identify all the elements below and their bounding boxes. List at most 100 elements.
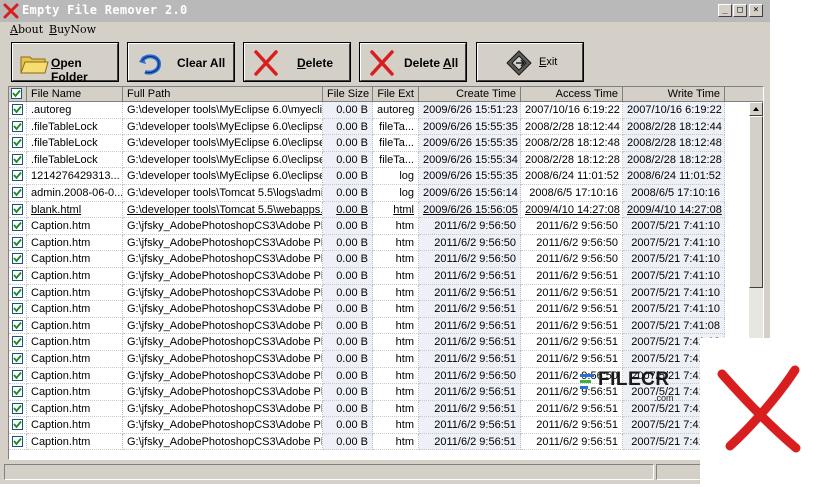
cell-write-time: 2007/5/21 7:41:08	[623, 317, 725, 335]
cell-access-time: 2008/6/24 11:01:52	[521, 168, 623, 185]
cell-create-time: 2011/6/2 9:56:51	[419, 284, 521, 302]
cell-file-name: blank.html	[27, 201, 123, 219]
table-row[interactable]: Caption.htm G:\jfsky_AdobePhotoshopCS3\Ad…	[9, 301, 749, 318]
menu-about[interactable]: About	[10, 23, 43, 36]
title-bar[interactable]: Empty File Remover 2.0 _ □ ×	[0, 0, 770, 22]
row-checkbox[interactable]	[12, 435, 23, 447]
open-folder-button[interactable]: Open Folder	[11, 42, 119, 84]
cell-access-time: 2009/4/10 14:27:08	[521, 201, 623, 219]
cell-access-time: 2008/2/28 18:12:28	[521, 151, 623, 169]
table-row[interactable]: .autoreg G:\developer tools\MyEclipse 6.0…	[9, 102, 749, 119]
toolbar: Open Folder Clear All Delete Delete All	[0, 40, 770, 86]
table-row[interactable]: Caption.htm G:\jfsky_AdobePhotoshopCS3\Ad…	[9, 417, 749, 434]
col-header-file-name[interactable]: File Name	[27, 87, 123, 102]
clear-all-button[interactable]: Clear All	[127, 42, 235, 82]
folder-icon	[20, 56, 49, 74]
row-checkbox[interactable]	[12, 386, 23, 398]
row-checkbox[interactable]	[12, 186, 23, 198]
table-row[interactable]: Caption.htm G:\jfsky_AdobePhotoshopCS3\Ad…	[9, 334, 749, 351]
table-row[interactable]: Caption.htm G:\jfsky_AdobePhotoshopCS3\Ad…	[9, 251, 749, 268]
scroll-thumb[interactable]	[749, 116, 763, 288]
table-row[interactable]: 1214276429313... G:\developer tools\MyEcl…	[9, 168, 749, 185]
delete-all-button[interactable]: Delete All	[359, 42, 467, 82]
cell-file-name: .fileTableLock	[27, 118, 123, 136]
select-all-checkbox[interactable]	[11, 88, 22, 99]
scroll-up-button[interactable]	[749, 102, 763, 116]
table-row[interactable]: blank.html G:\developer tools\Tomcat 5.5\…	[9, 201, 749, 219]
cell-file-size: 0.00 B	[323, 334, 373, 351]
cell-create-time: 2011/6/2 9:56:51	[419, 350, 521, 368]
cell-full-path: G:\jfsky_AdobePhotoshopCS3\Adobe Ph...	[123, 284, 323, 302]
cell-file-size: 0.00 B	[323, 400, 373, 418]
cell-write-time: 2007/5/21 7:41:10	[623, 267, 725, 285]
cell-write-time: 2008/2/28 18:12:28	[623, 151, 725, 169]
cell-access-time: 2011/6/2 9:56:50	[521, 251, 623, 268]
row-checkbox[interactable]	[12, 137, 23, 149]
row-checkbox[interactable]	[12, 352, 23, 364]
row-checkbox[interactable]	[12, 236, 23, 248]
table-row[interactable]: .fileTableLock G:\developer tools\MyEclip…	[9, 151, 749, 169]
maximize-button[interactable]: □	[733, 4, 747, 17]
row-checkbox[interactable]	[12, 303, 23, 315]
cell-full-path: G:\jfsky_AdobePhotoshopCS3\Adobe Ph...	[123, 350, 323, 368]
exit-button[interactable]: Exit	[476, 42, 584, 82]
table-row[interactable]: Caption.htm G:\jfsky_AdobePhotoshopCS3\Ad…	[9, 350, 749, 368]
delete-button[interactable]: Delete	[243, 42, 351, 82]
col-header-write-time[interactable]: Write Time	[623, 87, 725, 102]
cell-create-time: 2009/6/26 15:55:34	[419, 151, 521, 169]
minimize-button[interactable]: _	[718, 4, 732, 17]
cell-file-size: 0.00 B	[323, 317, 373, 335]
table-row[interactable]: admin.2008-06-0... G:\developer tools\Tom…	[9, 184, 749, 202]
col-header-access-time[interactable]: Access Time	[521, 87, 623, 102]
cell-file-size: 0.00 B	[323, 168, 373, 185]
cell-file-ext: htm	[373, 417, 419, 434]
table-row[interactable]: Caption.htm G:\jfsky_AdobePhotoshopCS3\Ad…	[9, 284, 749, 302]
col-header-file-ext[interactable]: File Ext	[373, 87, 419, 102]
table-row[interactable]: Caption.htm G:\jfsky_AdobePhotoshopCS3\Ad…	[9, 218, 749, 235]
cell-file-ext: htm	[373, 433, 419, 451]
row-checkbox[interactable]	[12, 153, 23, 165]
table-row[interactable]: Caption.htm G:\jfsky_AdobePhotoshopCS3\Ad…	[9, 234, 749, 252]
row-checkbox[interactable]	[12, 402, 23, 414]
row-checkbox[interactable]	[12, 269, 23, 281]
cell-access-time: 2011/6/2 9:56:51	[521, 301, 623, 318]
cell-full-path: G:\jfsky_AdobePhotoshopCS3\Adobe Ph...	[123, 234, 323, 252]
table-row[interactable]: .fileTableLock G:\developer tools\MyEclip…	[9, 118, 749, 136]
row-checkbox[interactable]	[12, 120, 23, 132]
app-x-icon	[3, 3, 19, 19]
row-checkbox[interactable]	[12, 220, 23, 232]
col-header-file-size[interactable]: File Size	[323, 87, 373, 102]
row-checkbox[interactable]	[12, 170, 23, 182]
cell-file-size: 0.00 B	[323, 118, 373, 136]
table-row[interactable]: Caption.htm G:\jfsky_AdobePhotoshopCS3\Ad…	[9, 317, 749, 335]
col-header-create-time[interactable]: Create Time	[419, 87, 521, 102]
cell-full-path: G:\developer tools\MyEclipse 6.0\eclipse…	[123, 151, 323, 169]
col-header-full-path[interactable]: Full Path	[123, 87, 323, 102]
row-checkbox[interactable]	[12, 369, 23, 381]
cell-file-size: 0.00 B	[323, 234, 373, 252]
table-row[interactable]: Caption.htm G:\jfsky_AdobePhotoshopCS3\Ad…	[9, 267, 749, 285]
cell-write-time: 2008/2/28 18:12:48	[623, 135, 725, 152]
cell-file-name: .fileTableLock	[27, 151, 123, 169]
cell-full-path: G:\developer tools\MyEclipse 6.0\eclipse…	[123, 135, 323, 152]
cell-file-size: 0.00 B	[323, 201, 373, 219]
table-row[interactable]: Caption.htm G:\jfsky_AdobePhotoshopCS3\Ad…	[9, 433, 749, 451]
row-checkbox[interactable]	[12, 336, 23, 348]
row-checkbox[interactable]	[12, 104, 23, 115]
menu-buynow[interactable]: BuyNow	[49, 23, 96, 36]
row-checkbox[interactable]	[12, 286, 23, 298]
select-all-header[interactable]	[9, 87, 27, 102]
close-button[interactable]: ×	[749, 4, 763, 17]
cell-full-path: G:\jfsky_AdobePhotoshopCS3\Adobe Ph...	[123, 301, 323, 318]
row-checkbox[interactable]	[12, 419, 23, 431]
row-checkbox[interactable]	[12, 253, 23, 265]
row-checkbox[interactable]	[12, 319, 23, 331]
cell-create-time: 2011/6/2 9:56:50	[419, 218, 521, 235]
cell-create-time: 2011/6/2 9:56:50	[419, 367, 521, 385]
cell-create-time: 2011/6/2 9:56:51	[419, 301, 521, 318]
cell-access-time: 2011/6/2 9:56:50	[521, 218, 623, 235]
cell-file-name: Caption.htm	[27, 218, 123, 235]
cell-access-time: 2011/6/2 9:56:51	[521, 284, 623, 302]
row-checkbox[interactable]	[12, 203, 23, 215]
table-row[interactable]: .fileTableLock G:\developer tools\MyEclip…	[9, 135, 749, 152]
